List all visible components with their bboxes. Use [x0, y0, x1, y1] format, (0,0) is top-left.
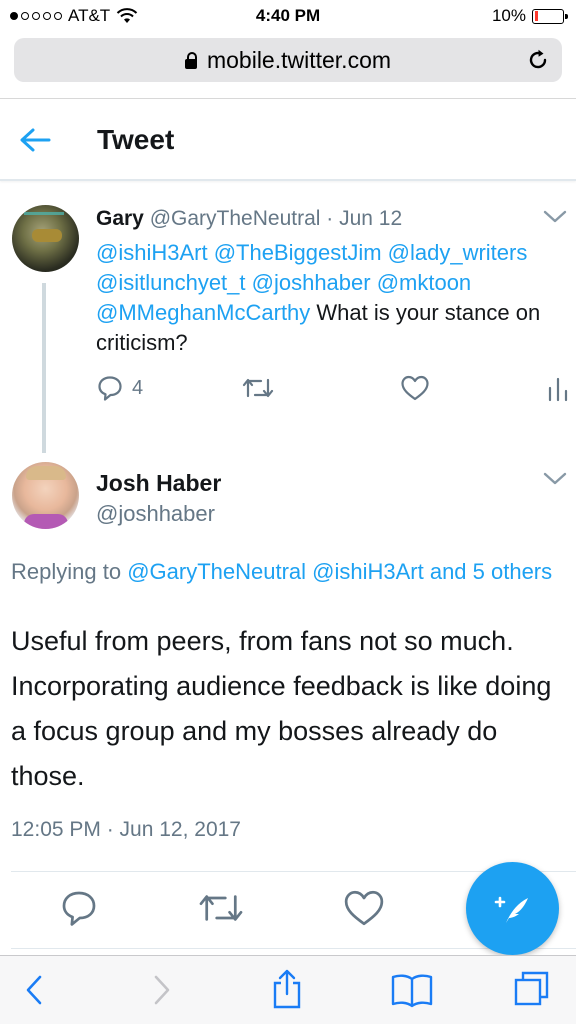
reply-icon	[98, 376, 122, 401]
retweet-icon	[242, 378, 274, 398]
browser-toolbar	[0, 955, 576, 1024]
analytics-icon	[548, 377, 568, 402]
heart-icon	[401, 375, 429, 401]
thread-connector	[42, 283, 46, 453]
analytics-button[interactable]	[546, 374, 570, 402]
url-display[interactable]: mobile.twitter.com	[14, 47, 562, 74]
reply-icon	[62, 891, 96, 926]
chevron-down-icon[interactable]	[542, 208, 568, 226]
chevron-down-icon[interactable]	[542, 470, 568, 488]
tweet-timestamp: 12:05 PM · Jun 12, 2017	[11, 818, 241, 841]
battery-info: 10%	[491, 6, 568, 26]
retweet-button[interactable]	[196, 888, 246, 933]
retweet-icon	[199, 895, 243, 921]
avatar[interactable]	[12, 205, 79, 272]
author-handle[interactable]: @joshhaber	[96, 501, 215, 527]
like-button[interactable]	[400, 374, 430, 402]
replying-to: Replying to @GaryTheNeutral @ishiH3Art a…	[11, 557, 561, 587]
reply-button[interactable]	[58, 888, 100, 933]
address-bar[interactable]: mobile.twitter.com	[14, 38, 562, 82]
parent-tweet-text: @ishiH3Art @TheBiggestJim @lady_writers …	[96, 238, 566, 358]
author-handle[interactable]: @GaryTheNeutral	[150, 207, 321, 230]
avatar[interactable]	[12, 462, 79, 529]
reply-count: 4	[132, 376, 144, 399]
author-name[interactable]: Josh Haber	[96, 470, 221, 497]
url-text: mobile.twitter.com	[206, 47, 392, 73]
battery-percent: 10%	[491, 6, 526, 25]
tweet-text: Useful from peers, from fans not so much…	[11, 626, 552, 791]
status-time: 4:40 PM	[255, 6, 321, 25]
parent-tweet-author[interactable]: Gary @GaryTheNeutral · Jun 12	[96, 207, 402, 231]
browser-forward-icon[interactable]	[150, 972, 174, 1008]
page-title: Tweet	[97, 124, 175, 155]
compose-tweet-button[interactable]	[466, 862, 559, 955]
retweet-button[interactable]	[241, 374, 275, 402]
share-icon[interactable]	[270, 968, 304, 1010]
battery-icon	[532, 8, 568, 24]
like-button[interactable]	[342, 888, 386, 933]
browser-back-icon[interactable]	[22, 972, 46, 1008]
status-bar: AT&T 4:40 PM 10%	[0, 0, 576, 32]
bookmarks-icon[interactable]	[390, 972, 434, 1008]
reload-icon[interactable]	[526, 48, 550, 72]
compose-feather-icon	[494, 896, 528, 923]
back-arrow-icon[interactable]	[18, 125, 52, 155]
tabs-icon[interactable]	[512, 968, 552, 1008]
page-header: Tweet	[0, 99, 576, 181]
author-name[interactable]: Gary	[96, 207, 144, 230]
heart-icon	[344, 890, 384, 926]
replying-prefix: Replying to	[11, 559, 128, 584]
tweet-date: · Jun 12	[326, 207, 403, 230]
parent-tweet-actions: 4	[96, 374, 572, 406]
replying-to-links[interactable]: @GaryTheNeutral @ishiH3Art and 5 others	[127, 559, 552, 584]
reply-button[interactable]: 4	[96, 374, 143, 402]
lock-icon	[184, 52, 197, 69]
